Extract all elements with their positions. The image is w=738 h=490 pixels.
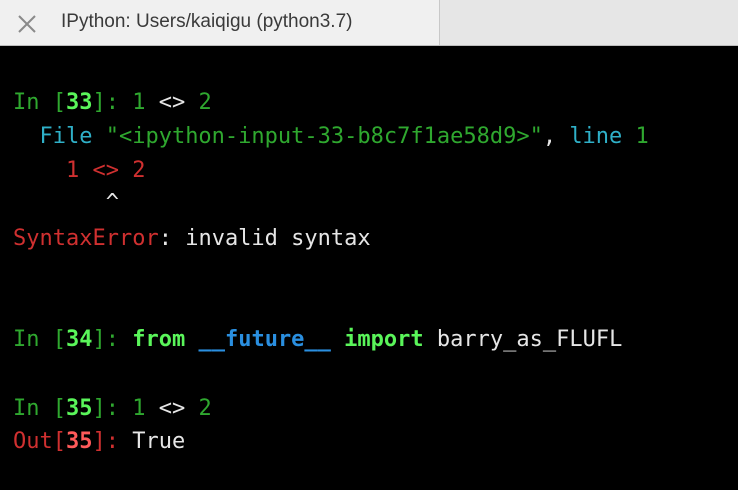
traceback-comma: , (542, 124, 570, 149)
error-type: SyntaxError (13, 226, 159, 251)
code-number: 2 (198, 396, 212, 421)
keyword-import: import (344, 327, 424, 352)
close-icon[interactable] (17, 14, 37, 34)
code-number: 2 (198, 90, 212, 115)
in-prompt-number: 33 (65, 90, 93, 115)
out-prompt: Out[ (13, 429, 66, 454)
imported-name: barry_as_FLUFL (436, 327, 623, 352)
traceback-file-name: "<ipython-input-33-b8c7f1ae58d9>" (105, 124, 543, 149)
code-operator: <> (145, 396, 199, 421)
output-value: True (132, 429, 186, 454)
in-prompt-number: 35 (65, 396, 93, 421)
error-colon: : (158, 226, 186, 251)
tab-title: IPython: Users/kaiqigu (python3.7) (61, 11, 353, 32)
traceback-file-line: File "<ipython-input-33-b8c7f1ae58d9>", … (13, 122, 649, 152)
out-prompt-close: ]: (92, 429, 133, 454)
out-prompt-number: 35 (65, 429, 93, 454)
keyword-from: from (132, 327, 186, 352)
code-operator: <> (145, 90, 199, 115)
output-line-35: Out[35]: True (13, 427, 185, 457)
in-prompt: In [ (13, 327, 66, 352)
in-prompt-close: ]: (92, 396, 133, 421)
traceback-line-label: line (569, 124, 636, 149)
in-prompt: In [ (13, 396, 66, 421)
input-line-34: In [34]: from __future__ import barry_as… (13, 325, 622, 355)
module-name: __future__ (198, 327, 331, 352)
traceback-caret: ^ (13, 190, 119, 215)
error-message: invalid syntax (185, 226, 371, 251)
terminal-window: IPython: Users/kaiqigu (python3.7) In [3… (0, 0, 738, 490)
error-line: SyntaxError: invalid syntax (13, 224, 371, 254)
traceback-line-number: 1 (635, 124, 649, 149)
input-line-33: In [33]: 1 <> 2 (13, 88, 212, 118)
in-prompt-close: ]: (92, 327, 133, 352)
tab-bar: IPython: Users/kaiqigu (python3.7) (0, 0, 738, 46)
source-number: 1 (65, 158, 80, 183)
source-indent (13, 158, 66, 183)
in-prompt: In [ (13, 90, 66, 115)
traceback-source-line: 1 <> 2 (13, 156, 145, 186)
in-prompt-close: ]: (92, 90, 133, 115)
source-number: 2 (132, 158, 146, 183)
tab-divider (0, 45, 738, 46)
in-prompt-number: 34 (65, 327, 93, 352)
terminal-tab[interactable]: IPython: Users/kaiqigu (python3.7) (0, 0, 440, 46)
code-number: 1 (132, 396, 146, 421)
source-operator: <> (79, 158, 133, 183)
input-line-35: In [35]: 1 <> 2 (13, 394, 212, 424)
traceback-file-label: File (13, 124, 106, 149)
code-number: 1 (132, 90, 146, 115)
